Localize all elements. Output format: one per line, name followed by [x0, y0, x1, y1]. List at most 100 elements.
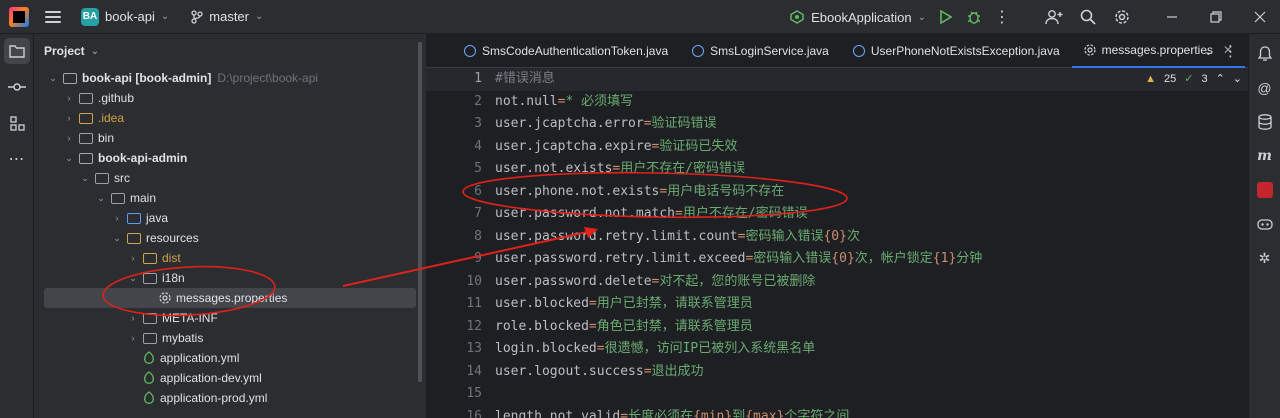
chevron-right-icon[interactable]: ›: [64, 113, 74, 123]
line-number: 16: [466, 408, 482, 418]
plugin-badge-icon[interactable]: [1253, 178, 1277, 202]
warning-icon: ▲: [1145, 72, 1156, 85]
tree-item[interactable]: ⌄ i18n: [34, 268, 426, 288]
tree-item[interactable]: application.yml: [34, 348, 426, 368]
code-line[interactable]: user.not.exists=用户不存在/密码错误: [495, 158, 1235, 181]
inspection-widget[interactable]: ▲ 25 ✓ 3 ⌃ ⌄: [1145, 72, 1242, 86]
run-icon[interactable]: [932, 3, 960, 31]
chevron-right-icon[interactable]: ›: [64, 93, 74, 103]
chevron-right-icon[interactable]: ›: [64, 133, 74, 143]
editor-tab-label: UserPhoneNotExistsException.java: [870, 43, 1060, 58]
chevron-down-icon[interactable]: ⌄: [48, 73, 58, 84]
chevron-down-icon[interactable]: ⌄: [1233, 72, 1242, 85]
line-number: 14: [466, 363, 482, 379]
structure-tool-icon[interactable]: [4, 110, 30, 136]
tree-item-label: resources: [146, 231, 199, 245]
chevron-right-icon[interactable]: ›: [128, 253, 138, 263]
code-line[interactable]: user.phone.not.exists=用户电话号码不存在: [495, 181, 1235, 204]
code-line[interactable]: user.password.delete=对不起，您的账号已被删除: [495, 271, 1235, 294]
code-line[interactable]: #错误消息: [495, 68, 1235, 91]
code-line[interactable]: login.blocked=很遗憾，访问IP已被列入系统黑名单: [495, 338, 1235, 361]
line-number-gutter: 1 2 3 4 5 6 7 8 9 10 11 12 13 14 15 16: [426, 68, 486, 418]
tree-item[interactable]: › META-INF: [34, 308, 426, 328]
editor-tab[interactable]: SmsCodeAuthenticationToken.java: [452, 34, 680, 68]
code-line[interactable]: user.logout.success=退出成功: [495, 361, 1235, 384]
tree-item[interactable]: ⌄ main: [34, 188, 426, 208]
tree-item-path: D:\project\book-api: [217, 71, 319, 85]
intellij-logo-icon[interactable]: [9, 6, 29, 27]
close-window-icon[interactable]: [1246, 3, 1274, 31]
run-config-selector[interactable]: EbookApplication ⌄: [783, 6, 932, 29]
tree-item[interactable]: › .github: [34, 88, 426, 108]
debug-icon[interactable]: [960, 3, 988, 31]
line-number: 6: [474, 183, 482, 199]
openai-icon[interactable]: ✲: [1253, 246, 1277, 270]
project-tool-icon[interactable]: [3, 38, 30, 64]
code-line[interactable]: [495, 383, 1235, 406]
restore-window-icon[interactable]: [1202, 3, 1230, 31]
left-tool-strip: ⋯: [0, 34, 34, 418]
tree-item-label: main: [130, 191, 157, 205]
line-number: 4: [474, 138, 482, 154]
tree-item[interactable]: ⌄ book-api [book-admin] D:\project\book-ap…: [34, 68, 426, 88]
editor-tab[interactable]: SmsLoginService.java: [680, 34, 841, 68]
commit-tool-icon[interactable]: [4, 74, 30, 100]
code-line[interactable]: user.blocked=用户已封禁，请联系管理员: [495, 293, 1235, 316]
tree-item[interactable]: application-prod.yml: [34, 388, 426, 408]
code-line[interactable]: role.blocked=角色已封禁，请联系管理员: [495, 316, 1235, 339]
code-line[interactable]: user.jcaptcha.error=验证码错误: [495, 113, 1235, 136]
add-user-icon[interactable]: [1040, 3, 1068, 31]
chevron-up-icon[interactable]: ⌃: [1216, 72, 1225, 85]
tree-item[interactable]: › java: [34, 208, 426, 228]
project-tree-scrollbar[interactable]: [418, 42, 422, 382]
main-menu-icon[interactable]: [45, 10, 61, 23]
chevron-right-icon[interactable]: ›: [112, 213, 122, 223]
code-line[interactable]: user.password.not.match=用户不存在/密码错误: [495, 203, 1235, 226]
chevron-right-icon[interactable]: ›: [128, 333, 138, 343]
code-line[interactable]: user.password.retry.limit.count=密码输入错误{0…: [495, 226, 1235, 249]
chevron-down-icon[interactable]: ⌄: [112, 233, 122, 244]
tree-item[interactable]: messages.properties: [44, 288, 416, 308]
more-tools-icon[interactable]: ⋯: [4, 146, 30, 172]
database-icon[interactable]: [1253, 110, 1277, 134]
tree-item[interactable]: application-dev.yml: [34, 368, 426, 388]
tree-item-label: java: [146, 211, 169, 225]
code-line[interactable]: user.password.retry.limit.exceed=密码输入错误{…: [495, 248, 1235, 271]
code-line[interactable]: user.jcaptcha.expire=验证码已失效: [495, 136, 1235, 159]
tree-item[interactable]: › bin: [34, 128, 426, 148]
editor-tabs: SmsCodeAuthenticationToken.java SmsLoginS…: [426, 34, 1248, 68]
line-number: 12: [466, 318, 482, 334]
tree-item[interactable]: › .idea: [34, 108, 426, 128]
tree-item[interactable]: › mybatis: [34, 328, 426, 348]
chevron-down-icon[interactable]: ⌄: [128, 273, 138, 284]
warning-count: 25: [1163, 72, 1177, 85]
settings-file-icon: [159, 292, 171, 304]
tree-item[interactable]: ⌄ src: [34, 168, 426, 188]
tabs-dropdown-icon[interactable]: ⌄: [1204, 45, 1213, 58]
tree-item[interactable]: › dist: [34, 248, 426, 268]
notifications-icon[interactable]: [1253, 42, 1277, 66]
search-icon[interactable]: [1074, 3, 1102, 31]
chevron-down-icon[interactable]: ⌄: [96, 193, 106, 204]
project-switcher[interactable]: BA book-api ⌄: [75, 4, 175, 30]
copilot-icon[interactable]: [1253, 212, 1277, 236]
tabs-more-icon[interactable]: ⋮: [1223, 42, 1238, 60]
more-actions-icon[interactable]: ⋮: [988, 3, 1016, 31]
maven-icon[interactable]: m: [1253, 144, 1277, 168]
settings-gear-icon[interactable]: [1108, 3, 1136, 31]
project-panel-header[interactable]: Project ⌄: [34, 34, 426, 68]
check-icon: ✓: [1184, 73, 1194, 85]
chevron-down-icon[interactable]: ⌄: [80, 173, 90, 184]
code-text[interactable]: #错误消息 not.null=* 必须填写 user.jcaptcha.error=…: [495, 68, 1235, 418]
tree-item[interactable]: ⌄ resources: [34, 228, 426, 248]
minimize-window-icon[interactable]: [1158, 3, 1186, 31]
editor-tab[interactable]: UserPhoneNotExistsException.java: [841, 34, 1072, 68]
chevron-right-icon[interactable]: ›: [128, 313, 138, 323]
ai-assistant-icon[interactable]: @: [1253, 76, 1277, 100]
tree-item[interactable]: ⌄ book-api-admin: [34, 148, 426, 168]
branch-switcher[interactable]: master ⌄: [185, 5, 269, 28]
project-badge: BA: [81, 7, 99, 26]
chevron-down-icon[interactable]: ⌄: [64, 153, 74, 164]
code-line[interactable]: length.not.valid=长度必须在{min}到{max}个字符之间: [495, 406, 1235, 418]
code-line[interactable]: not.null=* 必须填写: [495, 91, 1235, 114]
